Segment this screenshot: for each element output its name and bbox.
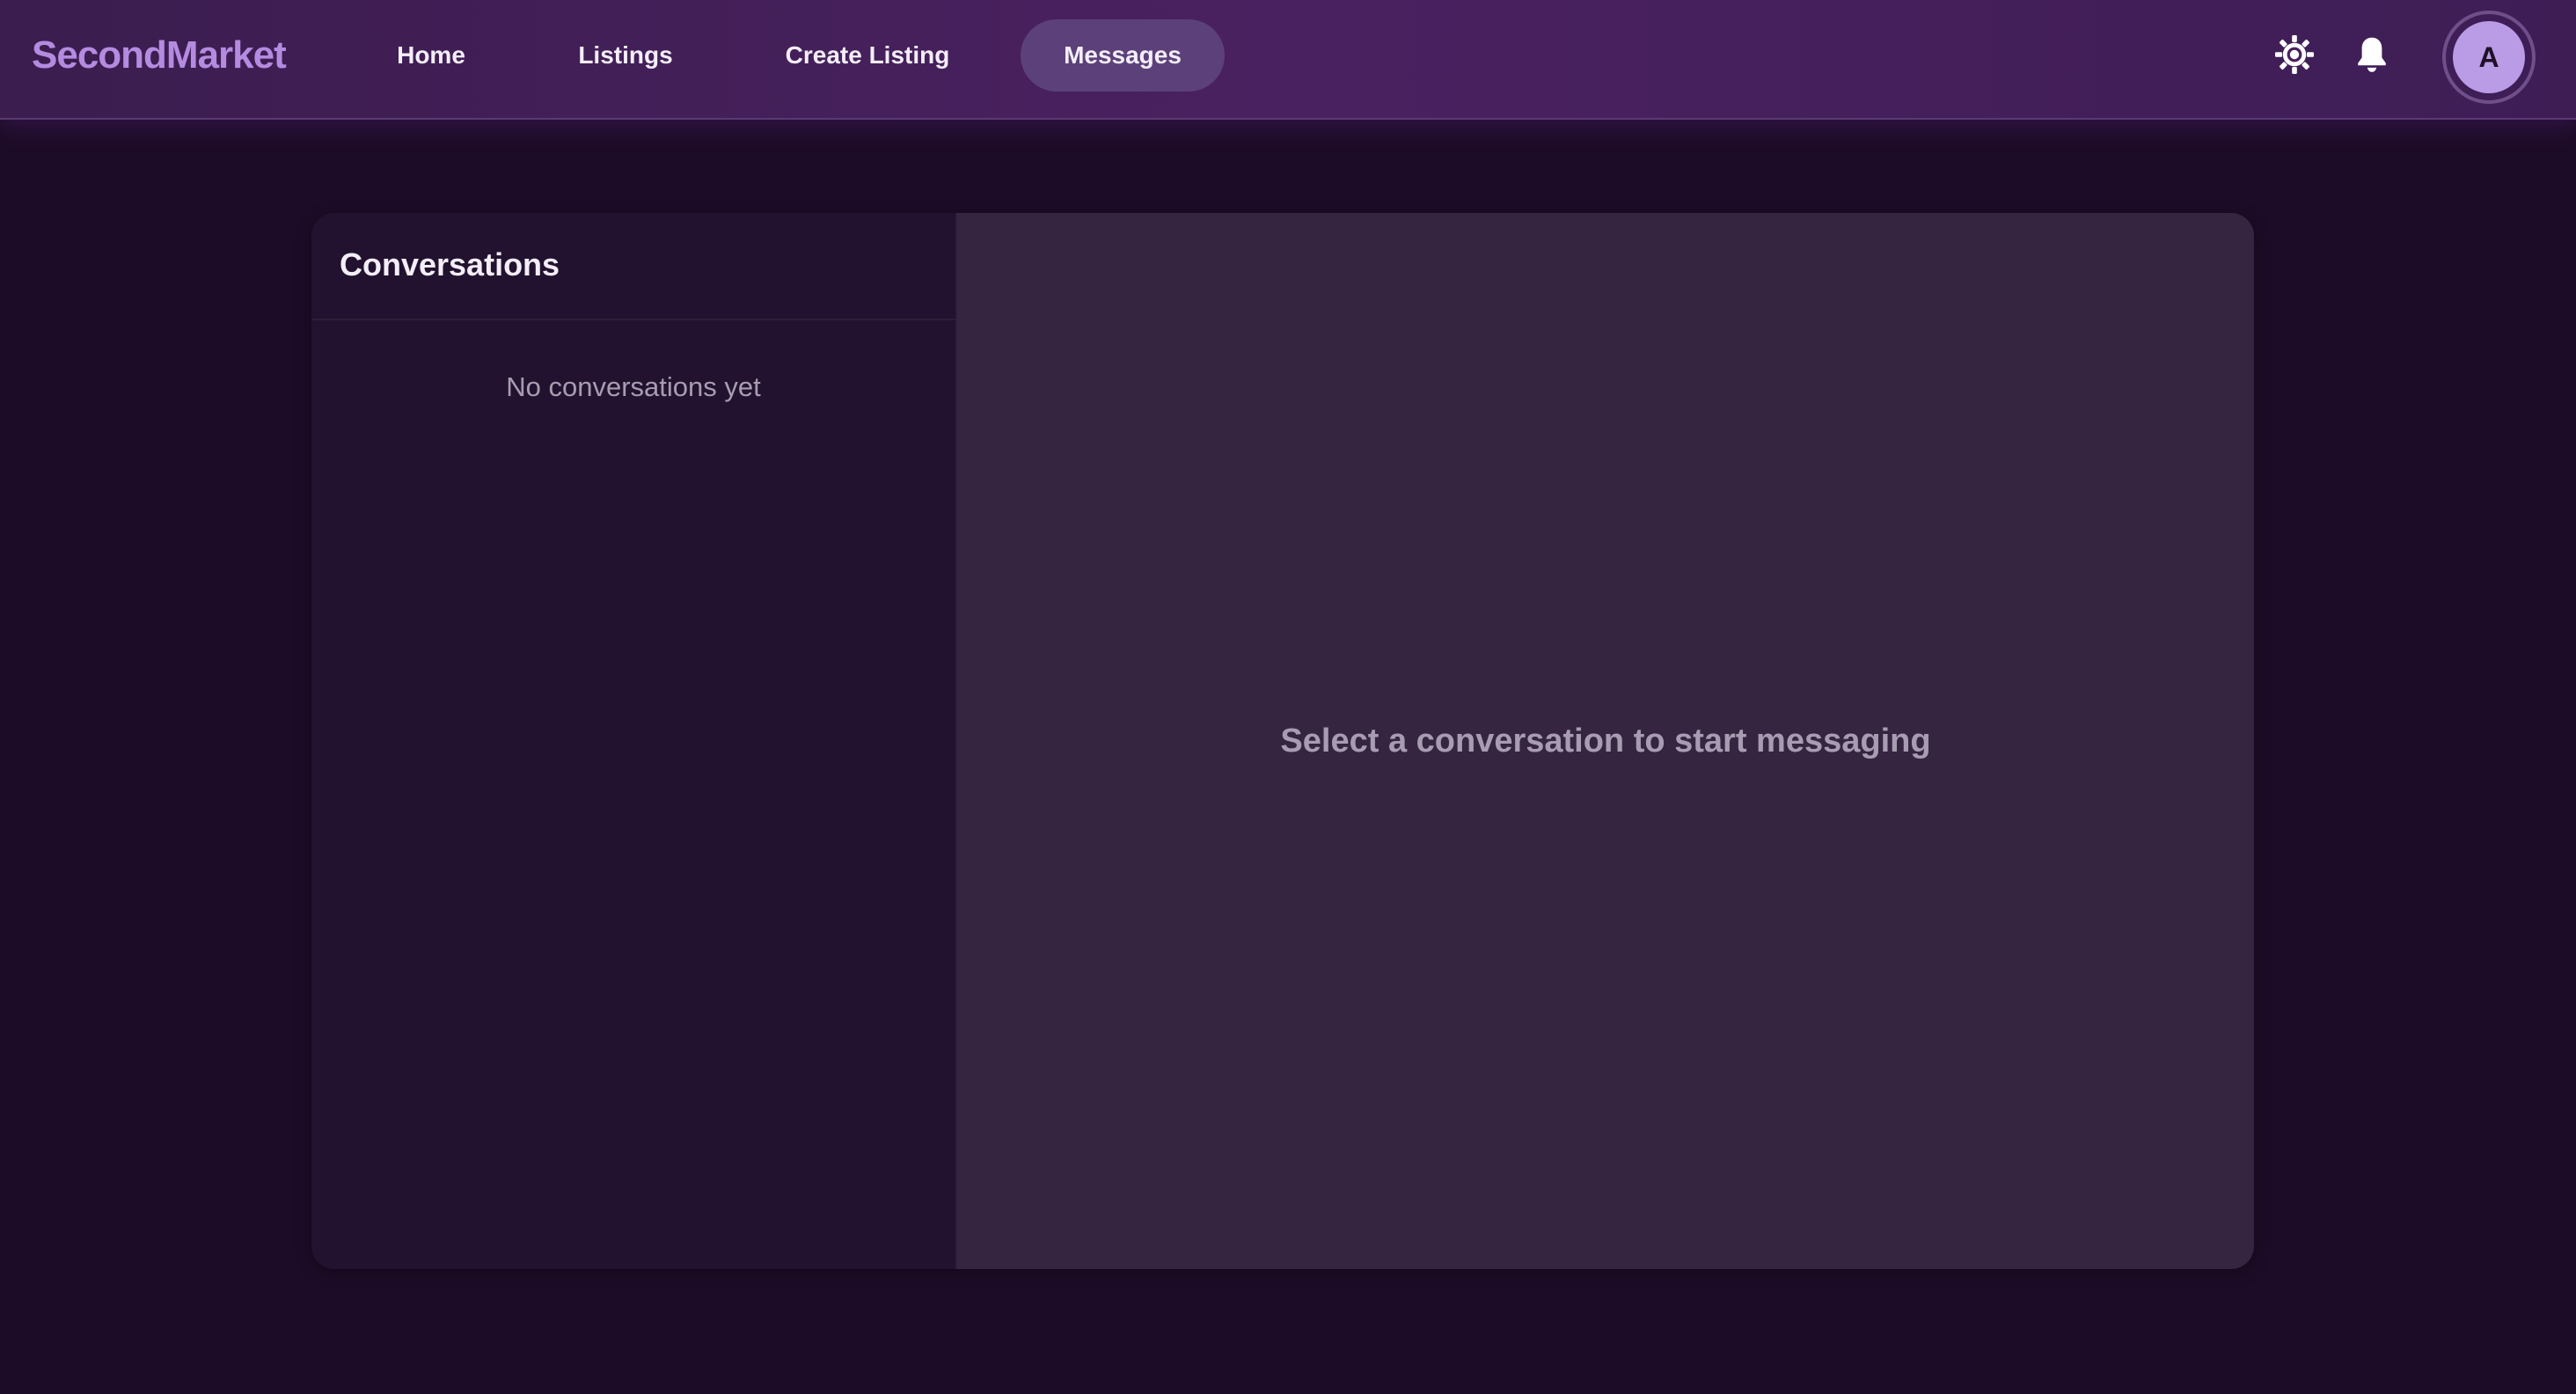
- conversations-title: Conversations: [340, 246, 560, 282]
- conversations-header: Conversations: [311, 213, 955, 320]
- user-avatar-button[interactable]: A: [2442, 11, 2536, 104]
- notifications-button[interactable]: [2345, 30, 2398, 83]
- bell-icon: [2353, 34, 2390, 79]
- nav-create-listing[interactable]: Create Listing: [764, 19, 971, 92]
- nav-home[interactable]: Home: [370, 19, 493, 92]
- conversations-sidebar: Conversations No conversations yet: [311, 213, 957, 1269]
- nav-messages[interactable]: Messages: [1021, 19, 1225, 92]
- top-navbar: SecondMarket Home Listings Create Listin…: [0, 0, 2576, 120]
- avatar: A: [2453, 21, 2525, 93]
- brand-logo[interactable]: SecondMarket: [32, 33, 287, 77]
- chat-placeholder: Select a conversation to start messaging: [1280, 722, 1931, 759]
- chat-area: Select a conversation to start messaging: [957, 213, 2254, 1269]
- nav-listings[interactable]: Listings: [554, 19, 697, 92]
- conversations-empty-message: No conversations yet: [506, 371, 761, 402]
- messages-panel: Conversations No conversations yet Selec…: [311, 213, 2254, 1269]
- sun-icon: [2273, 33, 2316, 80]
- theme-toggle-button[interactable]: [2268, 30, 2321, 83]
